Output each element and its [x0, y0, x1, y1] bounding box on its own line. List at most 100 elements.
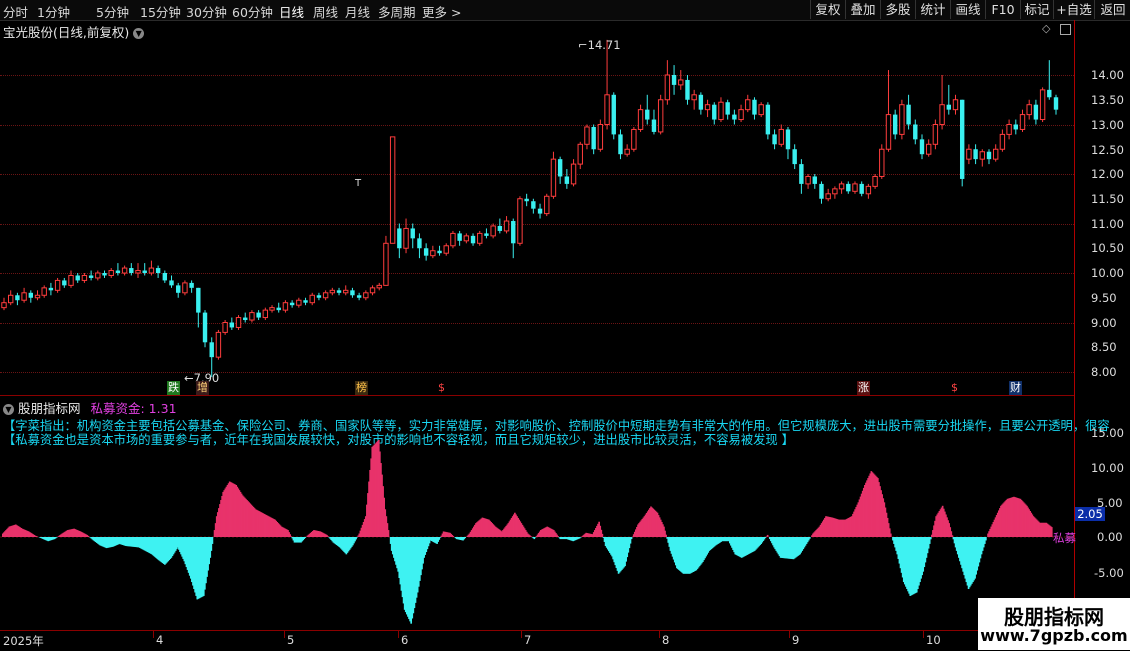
period-5min[interactable]: 5分钟	[96, 2, 129, 21]
candlestick	[277, 303, 281, 313]
period-15min[interactable]: 15分钟	[140, 2, 181, 21]
candlestick	[799, 159, 803, 194]
candlestick	[22, 288, 26, 303]
multi-stock-button[interactable]: 多股	[880, 0, 915, 19]
candlestick	[149, 261, 153, 276]
candlestick	[189, 280, 193, 292]
candlestick	[725, 100, 729, 120]
candlestick	[243, 313, 247, 323]
candlestick	[933, 120, 937, 150]
candlestick	[169, 275, 173, 287]
period-1min[interactable]: 1分钟	[37, 2, 70, 21]
indicator-bar	[809, 537, 811, 539]
indicator-axis-label: 0.00	[1097, 530, 1123, 544]
candlestick	[2, 298, 6, 310]
period-more[interactable]: 更多 >	[422, 2, 461, 21]
candlestick	[1000, 129, 1004, 151]
private-fund-indicator-chart[interactable]	[0, 396, 1074, 630]
candlestick	[1034, 100, 1038, 125]
candlestick	[1014, 120, 1018, 135]
date-label: 8	[662, 633, 669, 647]
candlestick	[786, 127, 790, 159]
add-watchlist-button[interactable]: +自选	[1053, 0, 1094, 19]
candlestick	[866, 184, 870, 199]
candlestick	[256, 310, 260, 320]
candlestick	[471, 233, 475, 245]
candlestick	[893, 110, 897, 140]
candlestick	[679, 70, 683, 90]
candlestick	[591, 125, 595, 155]
candlestick	[303, 298, 307, 305]
candlestick	[940, 75, 944, 129]
candlestick	[1027, 100, 1031, 120]
stats-button[interactable]: 统计	[915, 0, 950, 19]
candlestick	[451, 231, 455, 248]
date-tick	[153, 630, 154, 638]
period-multi[interactable]: 多周期	[378, 2, 416, 21]
event-mark-increase[interactable]: 增	[196, 381, 209, 395]
candlestick	[598, 120, 602, 152]
candlestick	[431, 246, 435, 258]
candlestick	[437, 246, 441, 256]
period-30min[interactable]: 30分钟	[186, 2, 227, 21]
indicator-bar	[290, 536, 292, 537]
price-label: 13.50	[1091, 93, 1124, 107]
date-label: 9	[792, 633, 799, 647]
restore-rights-button[interactable]: 复权	[810, 0, 845, 19]
candlestick	[772, 129, 776, 149]
price-label: 12.00	[1091, 167, 1124, 181]
event-mark-rise[interactable]: 涨	[857, 381, 870, 395]
event-mark-drop[interactable]: 跌	[167, 381, 180, 395]
candlestick	[216, 330, 220, 360]
event-mark-finance[interactable]: 财	[1009, 381, 1022, 395]
overlay-button[interactable]: 叠加	[845, 0, 880, 19]
candlestick	[511, 219, 515, 259]
indicator-bar	[890, 534, 892, 537]
period-weekly[interactable]: 周线	[313, 2, 338, 21]
candlestick	[364, 290, 368, 300]
candlestick	[518, 196, 522, 246]
back-button[interactable]: 返回	[1094, 0, 1130, 19]
event-mark-list[interactable]: 榜	[355, 381, 368, 395]
mark-button[interactable]: 标记	[1020, 0, 1053, 19]
candlestick	[89, 271, 93, 281]
candlestick	[176, 283, 180, 298]
candlestick	[344, 285, 348, 295]
period-60min[interactable]: 60分钟	[232, 2, 273, 21]
indicator-bar	[327, 536, 329, 537]
price-label: 9.00	[1091, 316, 1117, 330]
candlestick	[384, 236, 388, 286]
candlestick-chart[interactable]	[0, 36, 1074, 381]
candlestick	[792, 144, 796, 169]
candlestick	[839, 181, 843, 193]
candlestick	[545, 194, 549, 216]
indicator-current-value: 2.05	[1075, 507, 1105, 521]
f10-button[interactable]: F10	[985, 0, 1020, 19]
panel-toggle-icon[interactable]	[1060, 24, 1071, 35]
date-label: 5	[287, 633, 294, 647]
candlestick	[417, 233, 421, 258]
candlestick	[960, 100, 964, 187]
draw-line-button[interactable]: 画线	[950, 0, 985, 19]
candlestick	[504, 216, 508, 233]
indicator-bar	[464, 537, 466, 538]
candlestick	[987, 149, 991, 164]
indicator-bar	[952, 535, 954, 537]
candlestick	[746, 95, 750, 112]
period-daily[interactable]: 日线	[279, 2, 304, 21]
candlestick	[49, 283, 53, 295]
period-fenshi[interactable]: 分时	[3, 2, 28, 21]
event-mark-dollar[interactable]: $	[437, 381, 446, 395]
price-label: 14.00	[1091, 68, 1124, 82]
candlestick	[906, 95, 910, 130]
diamond-icon[interactable]: ◇	[1042, 22, 1050, 35]
candlestick	[873, 174, 877, 189]
candlestick	[397, 224, 401, 259]
indicator-axis-label: 15.00	[1091, 426, 1124, 440]
candlestick	[411, 224, 415, 249]
candlestick	[183, 280, 187, 295]
candlestick	[1007, 120, 1011, 140]
event-mark-dollar[interactable]: $	[950, 381, 959, 395]
candlestick	[230, 318, 234, 330]
period-monthly[interactable]: 月线	[345, 2, 370, 21]
